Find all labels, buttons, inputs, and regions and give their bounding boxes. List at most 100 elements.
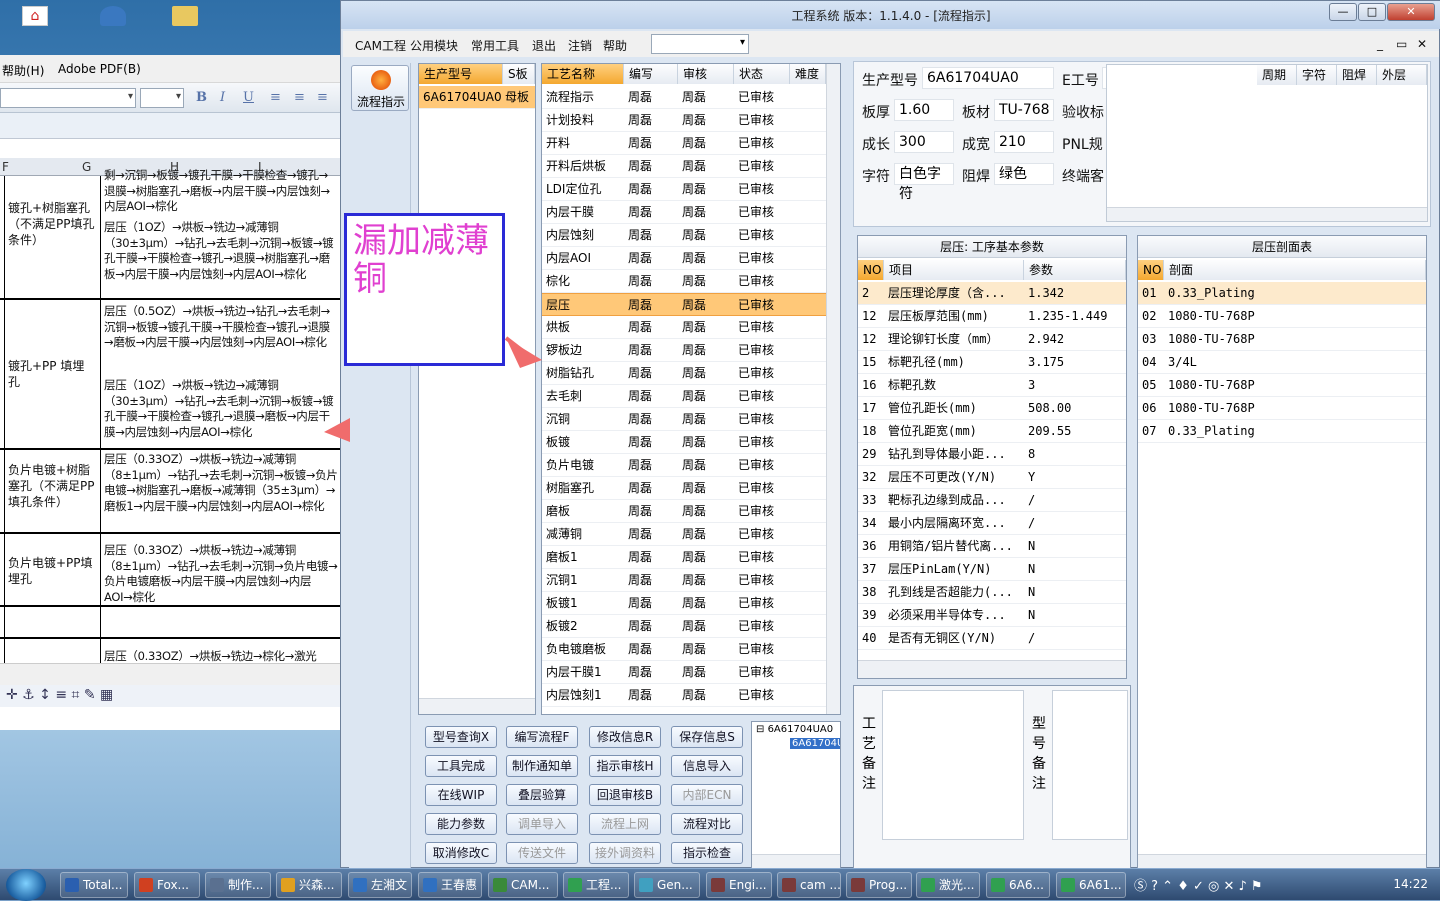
horizontal-scrollbar[interactable] (1138, 854, 1426, 868)
parameter-row[interactable]: 12 层压板厚范围(mm) 1.235-1.449 (858, 305, 1126, 328)
section-row[interactable]: 04 3/4L (1138, 351, 1426, 374)
process-row[interactable]: 层压 周磊 周磊 已审核 (542, 293, 826, 316)
parameter-row[interactable]: 36 用铜箔/铝片替代离... N (858, 535, 1126, 558)
process-row[interactable]: 内层干膜 周磊 周磊 已审核 (542, 201, 826, 224)
header-reviewer[interactable]: 审核 (678, 64, 734, 84)
action-button[interactable]: 保存信息S (671, 726, 743, 748)
header-outer-layer[interactable]: 外层 (1377, 65, 1427, 85)
thickness-field[interactable]: 1.60 (894, 99, 954, 121)
process-row[interactable]: LDI定位孔 周磊 周磊 已审核 (542, 178, 826, 201)
width-field[interactable]: 210 (994, 131, 1054, 153)
horizontal-scrollbar[interactable] (0, 663, 342, 687)
process-row[interactable]: 计划投料 周磊 周磊 已审核 (542, 109, 826, 132)
action-button[interactable]: 编写流程F (506, 726, 578, 748)
folder-icon[interactable] (172, 6, 198, 26)
underline-button[interactable]: U (243, 90, 254, 105)
parameter-row[interactable]: 18 管位孔距宽(mm) 209.55 (858, 420, 1126, 443)
parameter-row[interactable]: 17 管位孔距长(mm) 508.00 (858, 397, 1126, 420)
mdi-close-button[interactable]: ✕ (1417, 37, 1427, 51)
process-row[interactable]: 负片电镀 周磊 周磊 已审核 (542, 454, 826, 477)
model-remark-field[interactable] (1052, 690, 1128, 840)
process-row[interactable]: 内层蚀刻1 周磊 周磊 已审核 (542, 684, 826, 707)
minimize-button[interactable]: — (1329, 3, 1357, 21)
taskbar-item[interactable]: 6A6... (986, 872, 1050, 898)
process-row[interactable]: 内层干膜1 周磊 周磊 已审核 (542, 661, 826, 684)
process-row[interactable]: 烘板 周磊 周磊 已审核 (542, 316, 826, 339)
action-button[interactable]: 型号查询X (425, 726, 497, 748)
process-row[interactable]: 负电镀磨板 周磊 周磊 已审核 (542, 638, 826, 661)
action-button[interactable]: 制作通知单 (506, 755, 578, 777)
header-author[interactable]: 编写 (624, 64, 678, 84)
align-left-icon[interactable]: ≡ (270, 90, 281, 105)
draw-tools-icon[interactable]: ✛ ⚓ ↕ ≡ ⌗ ✎ ▦ (6, 687, 113, 703)
start-button[interactable] (6, 869, 46, 901)
italic-button[interactable]: I (220, 90, 225, 105)
menu-logout[interactable]: 注销 (568, 37, 592, 54)
size-combo[interactable] (140, 88, 184, 108)
section-row[interactable]: 03 1080-TU-768P (1138, 328, 1426, 351)
action-button[interactable]: 指示审核H (589, 755, 661, 777)
character-field[interactable]: 白色字符 (894, 163, 954, 202)
taskbar-item[interactable]: 兴森... (276, 872, 342, 898)
process-row[interactable]: 开料后烘板 周磊 周磊 已审核 (542, 155, 826, 178)
process-row[interactable]: 磨板1 周磊 周磊 已审核 (542, 546, 826, 569)
action-button[interactable]: 取消修改C (425, 842, 497, 864)
maximize-button[interactable]: □ (1358, 3, 1386, 21)
section-row[interactable]: 02 1080-TU-768P (1138, 305, 1426, 328)
taskbar-item[interactable]: CAM... (488, 872, 558, 898)
process-row[interactable]: 内层蚀刻 周磊 周磊 已审核 (542, 224, 826, 247)
action-button[interactable]: 流程对比 (671, 813, 743, 835)
app-icon[interactable] (100, 6, 126, 26)
header-section[interactable]: 剖面 (1164, 260, 1426, 280)
process-row[interactable]: 树脂塞孔 周磊 周磊 已审核 (542, 477, 826, 500)
solder-mask-field[interactable]: 绿色 (994, 163, 1054, 185)
parameter-row[interactable]: 2 层压理论厚度（含... 1.342 (858, 282, 1126, 305)
process-row[interactable]: 内层AOI 周磊 周磊 已审核 (542, 247, 826, 270)
vertical-scrollbar[interactable] (826, 64, 840, 714)
process-row[interactable]: 减薄铜 周磊 周磊 已审核 (542, 523, 826, 546)
menu-exit[interactable]: 退出 (532, 37, 556, 54)
menu-cam[interactable]: CAM工程 (355, 37, 406, 54)
pdf-icon[interactable]: ⌂ (22, 6, 48, 26)
process-row[interactable]: 沉铜1 周磊 周磊 已审核 (542, 569, 826, 592)
menu-tools[interactable]: 常用工具 (471, 37, 519, 54)
taskbar-item[interactable]: 左湘文 (348, 872, 412, 898)
model-field[interactable]: 6A61704UA0 (922, 67, 1054, 89)
header-period[interactable]: 周期 (1257, 65, 1297, 85)
parameter-row[interactable]: 40 是否有无铜区(Y/N) / (858, 627, 1126, 650)
process-row[interactable]: 树脂钻孔 周磊 周磊 已审核 (542, 362, 826, 385)
parameter-row[interactable]: 32 层压不可更改(Y/N) Y (858, 466, 1126, 489)
process-row[interactable]: 去毛刺 周磊 周磊 已审核 (542, 385, 826, 408)
header-status[interactable]: 状态 (734, 64, 790, 84)
section-row[interactable]: 06 1080-TU-768P (1138, 397, 1426, 420)
menu-adobe-pdf[interactable]: Adobe PDF(B) (58, 62, 141, 76)
process-row[interactable]: 锣板边 周磊 周磊 已审核 (542, 339, 826, 362)
process-row[interactable]: 板镀2 周磊 周磊 已审核 (542, 615, 826, 638)
process-row[interactable]: 开料 周磊 周磊 已审核 (542, 132, 826, 155)
material-field[interactable]: TU-768 (994, 99, 1054, 121)
horizontal-scrollbar[interactable] (1107, 207, 1427, 221)
clock[interactable]: 14:22 (1393, 877, 1428, 891)
action-button[interactable]: 流程上网 (589, 813, 661, 835)
tray-icons[interactable]: Ⓢ ? ⌃ ♦ ✓ ◎ ✕ ♪ ⚑ (1134, 875, 1263, 894)
header-process-name[interactable]: 工艺名称 (542, 64, 624, 84)
action-button[interactable]: 调单导入 (506, 813, 578, 835)
parameter-row[interactable]: 33 靶标孔边缘到成品... / (858, 489, 1126, 512)
menu-help[interactable]: 帮助 (603, 37, 627, 54)
action-button[interactable]: 接外调资料 (589, 842, 661, 864)
header-no[interactable]: NO (1138, 260, 1164, 280)
taskbar-item[interactable]: Gen... (634, 872, 700, 898)
align-center-icon[interactable]: ≡ (294, 90, 305, 105)
model-row[interactable]: 6A61704UA0 母板 (419, 86, 535, 109)
parameter-row[interactable]: 38 孔到线是否超能力(... N (858, 581, 1126, 604)
parameter-row[interactable]: 39 必须采用半导体专... N (858, 604, 1126, 627)
action-button[interactable]: 信息导入 (671, 755, 743, 777)
action-button[interactable]: 回退审核B (589, 784, 661, 806)
header-s-board[interactable]: S板 (503, 64, 535, 84)
section-row[interactable]: 05 1080-TU-768P (1138, 374, 1426, 397)
taskbar-item[interactable]: Engi... (706, 872, 772, 898)
taskbar-item[interactable]: 工程... (563, 872, 629, 898)
process-row[interactable]: 板镀 周磊 周磊 已审核 (542, 431, 826, 454)
header-item[interactable]: 项目 (884, 260, 1024, 280)
taskbar-item[interactable]: 6A61... (1056, 872, 1126, 898)
